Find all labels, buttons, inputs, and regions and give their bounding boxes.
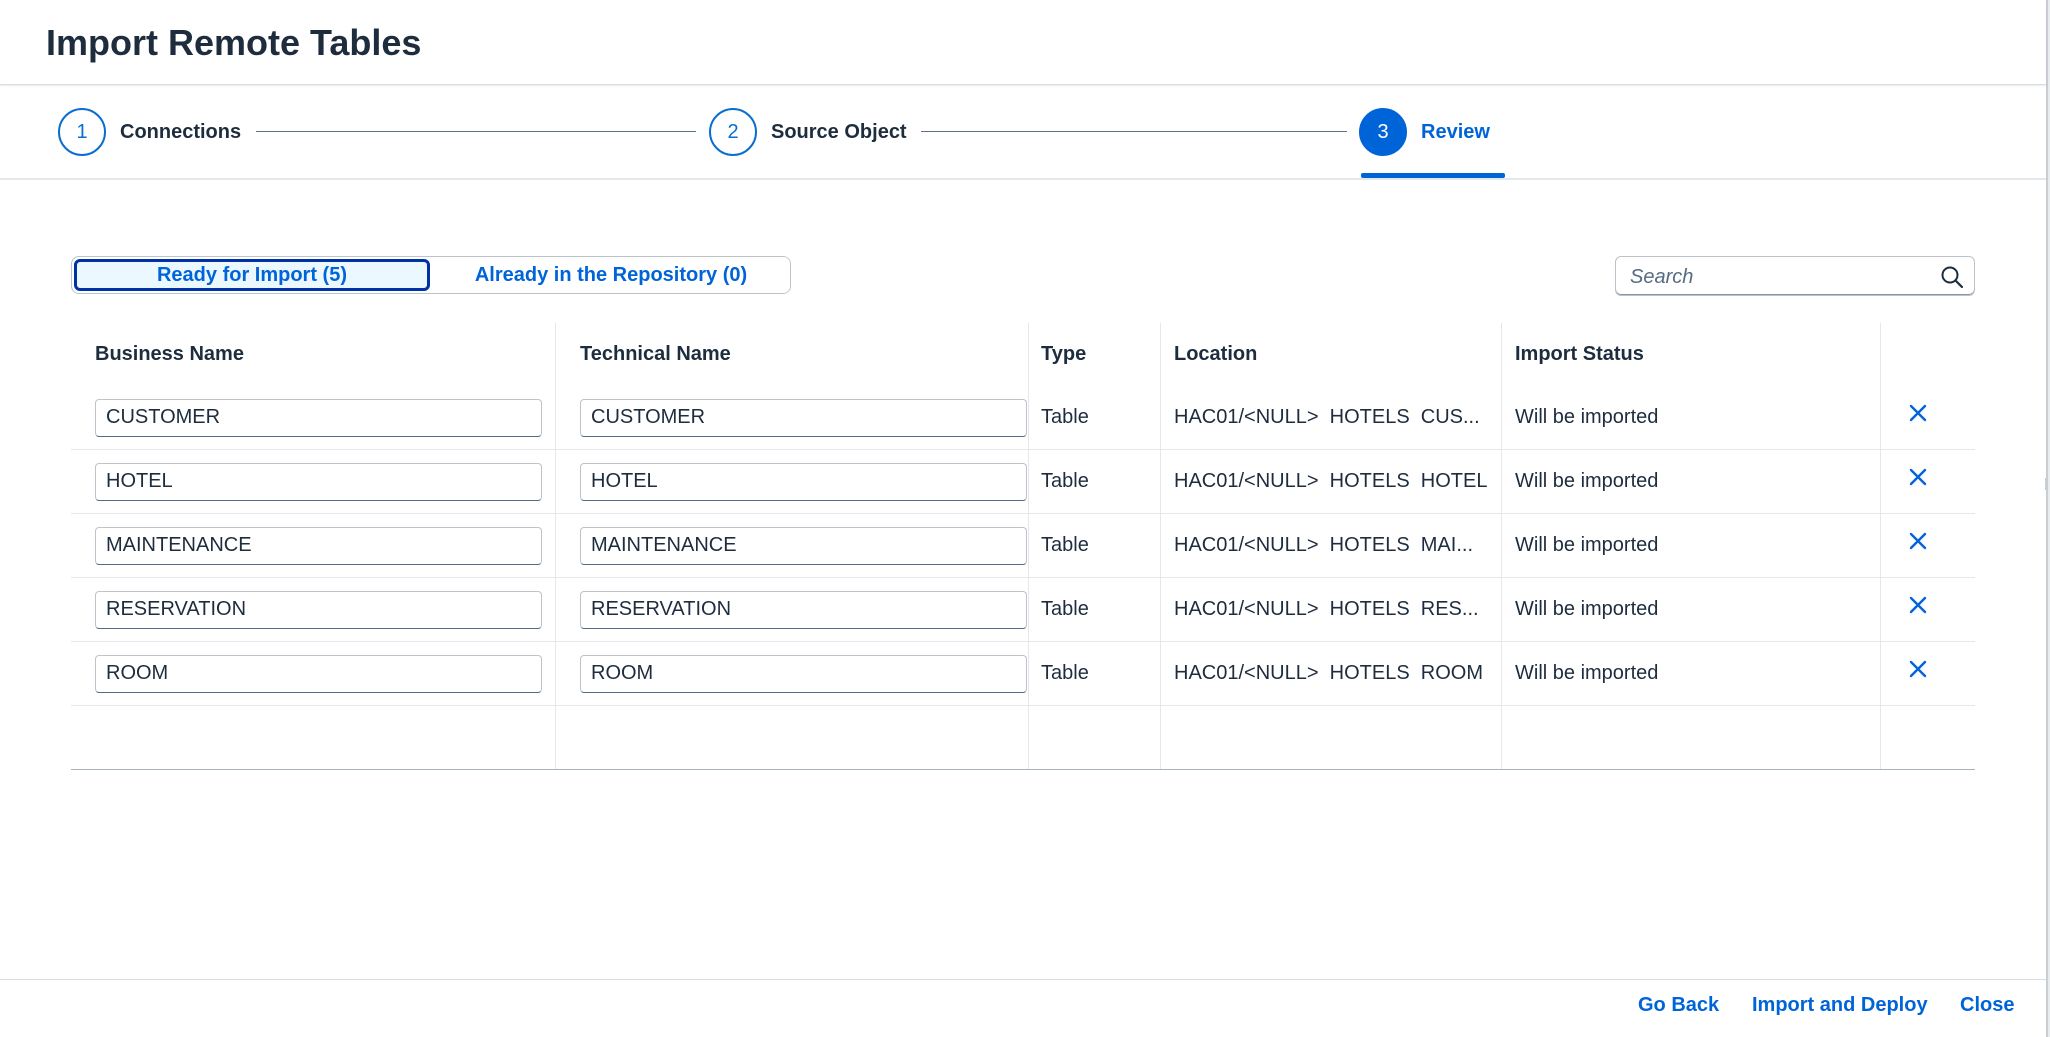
import-filter-segmented-button: Ready for Import (5) Already in the Repo… <box>71 256 791 294</box>
dialog-header: Import Remote Tables <box>0 0 2046 85</box>
table-empty-row <box>71 706 1975 770</box>
search-icon[interactable] <box>1940 265 1964 289</box>
step-connector <box>256 131 696 132</box>
search-field <box>1615 256 1975 296</box>
location-text: HAC01/<NULL> HOTELS CUS... <box>1174 406 1480 428</box>
business-name-input[interactable] <box>95 526 542 565</box>
technical-name-cell <box>556 386 1029 449</box>
active-step-indicator <box>1361 173 1505 178</box>
table-row: Table HAC01/<NULL> HOTELS CUS... Will be… <box>71 386 1975 450</box>
business-name-input[interactable] <box>95 590 542 629</box>
type-cell: Table <box>1029 386 1161 449</box>
step-number: 1 <box>58 108 106 156</box>
wizard-step-connections[interactable]: 1 Connections <box>58 108 241 156</box>
scrollbar-handle[interactable] <box>2045 478 2048 490</box>
table-row: Table HAC01/<NULL> HOTELS MAI... Will be… <box>71 514 1975 578</box>
technical-name-input[interactable] <box>580 462 1027 501</box>
empty-cell <box>556 706 1029 769</box>
empty-cell <box>1161 706 1502 769</box>
import-remote-tables-dialog: Import Remote Tables 1 Connections 2 Sou… <box>0 0 2048 1037</box>
go-back-button[interactable]: Go Back <box>1638 994 1719 1017</box>
business-name-cell <box>71 642 556 705</box>
business-name-cell <box>71 386 556 449</box>
remove-cell <box>1881 642 1975 705</box>
remove-cell <box>1881 514 1975 577</box>
location-text: HAC01/<NULL> HOTELS HOTEL <box>1174 470 1488 492</box>
empty-cell <box>1881 706 1975 769</box>
table-header-row: Business Name Technical Name Type Locati… <box>71 323 1975 386</box>
ready-for-import-button[interactable]: Ready for Import (5) <box>74 259 430 291</box>
close-icon[interactable] <box>1908 403 1928 423</box>
technical-name-cell <box>556 450 1029 513</box>
location-cell: HAC01/<NULL> HOTELS CUS... <box>1161 386 1502 449</box>
close-icon[interactable] <box>1908 659 1928 679</box>
column-header-location: Location <box>1161 323 1502 386</box>
remove-cell <box>1881 578 1975 641</box>
close-button[interactable]: Close <box>1960 994 2014 1017</box>
technical-name-input[interactable] <box>580 526 1027 565</box>
empty-cell <box>1502 706 1881 769</box>
remove-cell <box>1881 386 1975 449</box>
technical-name-cell <box>556 578 1029 641</box>
type-cell: Table <box>1029 514 1161 577</box>
import-status-cell: Will be imported <box>1502 578 1881 641</box>
step-connector <box>921 131 1347 132</box>
business-name-input[interactable] <box>95 398 542 437</box>
technical-name-cell <box>556 642 1029 705</box>
step-label: Review <box>1421 120 1490 143</box>
empty-cell <box>1029 706 1161 769</box>
column-header-technical-name: Technical Name <box>556 323 1029 386</box>
step-number: 3 <box>1359 108 1407 156</box>
location-cell: HAC01/<NULL> HOTELS HOTEL <box>1161 450 1502 513</box>
step-label: Connections <box>120 120 242 143</box>
technical-name-input[interactable] <box>580 590 1027 629</box>
business-name-cell <box>71 450 556 513</box>
column-header-actions <box>1881 323 1975 386</box>
type-cell: Table <box>1029 642 1161 705</box>
location-cell: HAC01/<NULL> HOTELS ROOM <box>1161 642 1502 705</box>
technical-name-cell <box>556 514 1029 577</box>
remove-cell <box>1881 450 1975 513</box>
location-text: HAC01/<NULL> HOTELS MAI... <box>1174 534 1473 556</box>
wizard-steps: 1 Connections 2 Source Object 3 Review <box>0 85 2046 180</box>
table-row: Table HAC01/<NULL> HOTELS ROOM Will be i… <box>71 642 1975 706</box>
location-cell: HAC01/<NULL> HOTELS MAI... <box>1161 514 1502 577</box>
wizard-step-review[interactable]: 3 Review <box>1359 108 1490 156</box>
close-icon[interactable] <box>1908 467 1928 487</box>
location-text: HAC01/<NULL> HOTELS RES... <box>1174 598 1479 620</box>
table-row: Table HAC01/<NULL> HOTELS RES... Will be… <box>71 578 1975 642</box>
dialog-footer: Go Back Import and Deploy Close <box>0 979 2046 1037</box>
remote-tables-table: Business Name Technical Name Type Locati… <box>71 323 1975 770</box>
type-cell: Table <box>1029 450 1161 513</box>
step-label: Source Object <box>771 120 907 143</box>
location-cell: HAC01/<NULL> HOTELS RES... <box>1161 578 1502 641</box>
close-icon[interactable] <box>1908 595 1928 615</box>
dialog-title: Import Remote Tables <box>46 22 422 63</box>
wizard-step-source-object[interactable]: 2 Source Object <box>709 108 907 156</box>
table-row: Table HAC01/<NULL> HOTELS HOTEL Will be … <box>71 450 1975 514</box>
business-name-input[interactable] <box>95 462 542 501</box>
business-name-input[interactable] <box>95 654 542 693</box>
already-in-repository-button[interactable]: Already in the Repository (0) <box>432 257 790 293</box>
location-text: HAC01/<NULL> HOTELS ROOM <box>1174 662 1483 684</box>
close-icon[interactable] <box>1908 531 1928 551</box>
column-header-import-status: Import Status <box>1502 323 1881 386</box>
column-header-business-name: Business Name <box>71 323 556 386</box>
technical-name-input[interactable] <box>580 654 1027 693</box>
technical-name-input[interactable] <box>580 398 1027 437</box>
import-status-cell: Will be imported <box>1502 514 1881 577</box>
column-header-type: Type <box>1029 323 1161 386</box>
type-cell: Table <box>1029 578 1161 641</box>
empty-cell <box>71 706 556 769</box>
step-number: 2 <box>709 108 757 156</box>
business-name-cell <box>71 514 556 577</box>
import-and-deploy-button[interactable]: Import and Deploy <box>1752 994 1928 1017</box>
import-status-cell: Will be imported <box>1502 450 1881 513</box>
business-name-cell <box>71 578 556 641</box>
search-input[interactable] <box>1628 263 1922 291</box>
import-status-cell: Will be imported <box>1502 642 1881 705</box>
import-status-cell: Will be imported <box>1502 386 1881 449</box>
